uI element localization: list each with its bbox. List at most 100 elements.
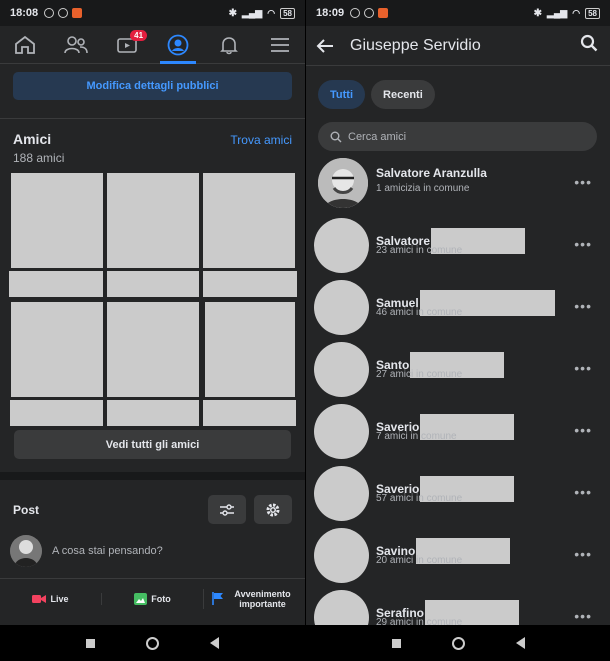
recents-icon[interactable] [85, 638, 95, 648]
friend-thumbnail[interactable] [107, 302, 199, 397]
mutual-friends: 57 amici in comune [376, 493, 463, 504]
friends-header: Giuseppe Servidio [306, 26, 610, 66]
recents-icon[interactable] [391, 638, 401, 648]
life-event-button[interactable]: Avvenimento importante [203, 588, 305, 609]
flag-icon [211, 592, 223, 605]
live-video-icon [32, 594, 47, 603]
wifi-icon: ◠ [572, 7, 581, 18]
photo-label: Foto [151, 593, 171, 604]
mutual-friends: 27 amici in comune [376, 369, 463, 380]
mutual-friends: 1 amicizia in comune [376, 183, 470, 194]
battery-icon: 58 [585, 7, 600, 19]
more-options-icon[interactable]: ••• [574, 484, 592, 500]
filter-chips: Tutti Recenti [318, 80, 435, 109]
posts-title: Post [13, 503, 40, 517]
friend-thumbnail[interactable] [203, 271, 297, 297]
filter-recent-chip[interactable]: Recenti [371, 80, 435, 109]
friend-thumbnail[interactable] [203, 400, 296, 426]
back-button[interactable] [316, 36, 336, 56]
more-options-icon[interactable]: ••• [574, 174, 592, 190]
friend-avatar [318, 158, 368, 208]
more-options-icon[interactable]: ••• [574, 546, 592, 562]
mutual-friends: 7 amici in comune [376, 431, 457, 442]
friend-thumbnail[interactable] [203, 173, 295, 268]
friends-list-screen: 18:09 ✱ ▂▄▆ ◠ 58 Giuseppe Servidio Tutti… [306, 0, 610, 661]
back-triangle-icon[interactable] [210, 637, 220, 649]
search-friends-input[interactable]: Cerca amici [318, 122, 597, 151]
see-all-friends-button[interactable]: Vedi tutti gli amici [14, 430, 291, 459]
filter-all-chip[interactable]: Tutti [318, 80, 366, 109]
arrow-left-icon [316, 38, 333, 53]
friend-thumbnail[interactable] [11, 302, 103, 397]
edit-public-details-button[interactable]: Modifica dettagli pubblici [13, 72, 292, 100]
live-button[interactable]: Live [0, 594, 101, 604]
mutual-friends: 23 amici in comune [376, 245, 463, 256]
more-options-icon[interactable]: ••• [574, 422, 592, 438]
search-button[interactable] [580, 34, 598, 57]
friend-name: Salvatore Aranzulla [376, 166, 487, 180]
more-options-icon[interactable]: ••• [574, 298, 592, 314]
home-button-icon[interactable] [145, 636, 159, 650]
more-options-icon[interactable]: ••• [574, 608, 592, 624]
post-settings-button[interactable] [254, 495, 292, 524]
alarm-icon [364, 8, 375, 18]
live-label: Live [50, 593, 69, 604]
life-event-label: Avvenimento importante [234, 588, 291, 609]
tab-menu[interactable] [260, 26, 300, 64]
tab-watch[interactable]: 41 [107, 26, 148, 64]
tab-notifications[interactable] [209, 26, 249, 64]
back-triangle-icon[interactable] [515, 637, 525, 649]
status-bar: 18:09 ✱ ▂▄▆ ◠ 58 [306, 0, 610, 26]
friend-thumbnail[interactable] [107, 173, 199, 268]
search-icon [330, 131, 342, 142]
friend-row[interactable]: Saverio 57 amici in comune ••• [306, 466, 610, 528]
friend-row[interactable]: Salvatore Aranzulla 1 amicizia in comune… [306, 156, 610, 218]
photo-button[interactable]: Foto [101, 592, 203, 605]
system-navigation-bar [306, 625, 610, 661]
tab-profile[interactable] [158, 26, 198, 64]
friend-thumbnail[interactable] [107, 271, 199, 297]
friend-thumbnail[interactable] [9, 271, 103, 297]
alarm-icon [58, 8, 69, 18]
battery-icon: 58 [280, 7, 295, 19]
friend-row[interactable]: Savino 20 amici in comune ••• [306, 528, 610, 590]
photo-icon [134, 592, 148, 605]
friend-avatar [314, 466, 369, 521]
friend-avatar [314, 528, 369, 583]
find-friends-link[interactable]: Trova amici [230, 133, 292, 147]
divider [0, 118, 305, 119]
notification-icon [44, 8, 55, 18]
mutual-friends: 46 amici in comune [376, 307, 463, 318]
friend-avatar [314, 280, 369, 335]
friend-row[interactable]: Saverio 7 amici in comune ••• [306, 404, 610, 466]
home-button-icon[interactable] [451, 636, 465, 650]
profile-screen: 18:08 ✱ ▂▄▆ ◠ 58 41 Modifica dettagli pu… [0, 0, 305, 661]
post-actions: Live Foto Avvenimento importante [0, 578, 305, 618]
tab-home[interactable] [5, 26, 45, 64]
friend-avatar [314, 404, 369, 459]
user-avatar[interactable] [10, 535, 42, 567]
friends-icon [64, 35, 89, 53]
friend-thumbnail[interactable] [10, 400, 103, 426]
top-navigation: 41 [0, 26, 305, 64]
friends-count: 188 amici [13, 151, 65, 165]
status-time: 18:08 [10, 7, 39, 19]
status-bar: 18:08 ✱ ▂▄▆ ◠ 58 [0, 0, 305, 26]
friend-thumbnail[interactable] [205, 302, 295, 397]
bell-icon [219, 36, 238, 54]
friend-row[interactable]: Santo 27 amici in comune ••• [306, 342, 610, 404]
filter-posts-button[interactable] [208, 495, 246, 524]
mutual-friends: 20 amici in comune [376, 555, 463, 566]
friend-thumbnail[interactable] [107, 400, 199, 426]
search-placeholder: Cerca amici [348, 130, 407, 143]
home-icon [15, 35, 36, 54]
friend-row[interactable]: Samuel 46 amici in comune ••• [306, 280, 610, 342]
sliders-icon [220, 503, 234, 516]
whats-on-your-mind-input[interactable]: A cosa stai pensando? [52, 545, 163, 557]
friend-thumbnail[interactable] [11, 173, 103, 268]
status-time: 18:09 [316, 7, 345, 19]
tab-friends[interactable] [56, 26, 96, 64]
friend-row[interactable]: Salvatore 23 amici in comune ••• [306, 218, 610, 280]
more-options-icon[interactable]: ••• [574, 360, 592, 376]
more-options-icon[interactable]: ••• [574, 236, 592, 252]
